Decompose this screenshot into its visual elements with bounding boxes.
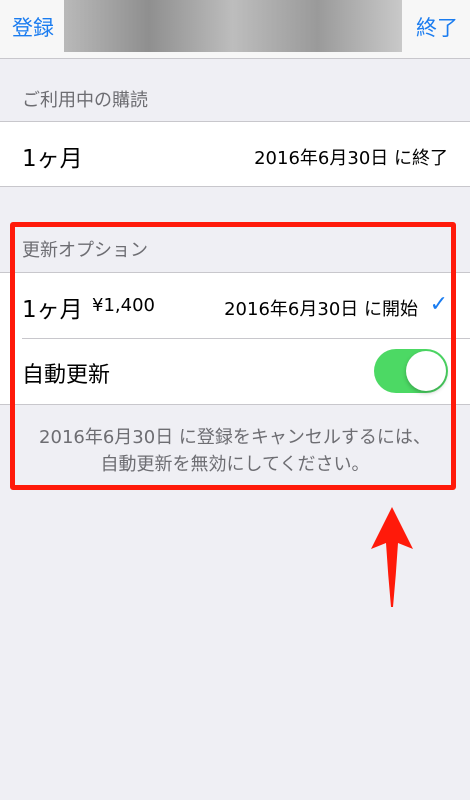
section-header-current-subscription: ご利用中の購読	[22, 90, 148, 111]
annotation-highlight-box	[10, 222, 456, 490]
done-button[interactable]: 終了	[416, 14, 458, 42]
blurred-title	[64, 0, 402, 52]
register-button[interactable]: 登録	[12, 14, 54, 42]
current-plan-status: 2016年6月30日 に終了	[254, 148, 448, 169]
navigation-bar: 登録 終了	[0, 0, 470, 59]
current-plan-label: 1ヶ月	[22, 146, 83, 172]
current-subscription-row: 1ヶ月 2016年6月30日 に終了	[0, 122, 470, 186]
arrow-up-icon	[371, 507, 413, 607]
current-subscription-group: 1ヶ月 2016年6月30日 に終了	[0, 121, 470, 187]
